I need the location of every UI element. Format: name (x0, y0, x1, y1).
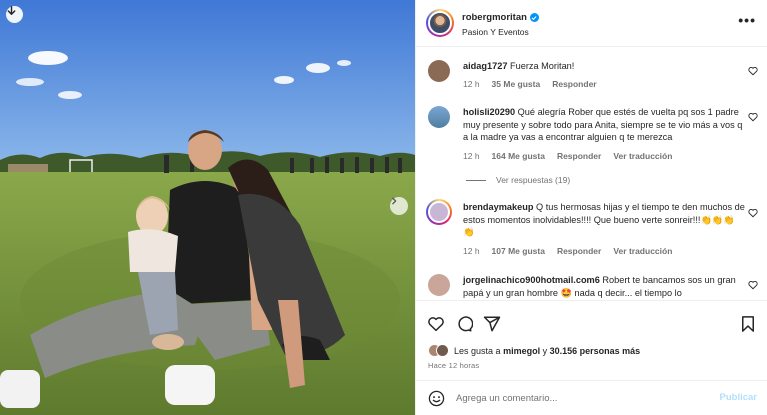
download-button[interactable] (6, 6, 23, 23)
comment-time[interactable]: 12 h (463, 151, 480, 161)
liker-avatar (436, 344, 449, 357)
comment-meta: 12 h 164 Me gusta Responder Ver traducci… (463, 151, 672, 161)
view-replies-button[interactable]: Ver respuestas (19) (466, 175, 570, 185)
chevron-right-icon (392, 197, 397, 205)
replies-divider (466, 179, 486, 181)
download-arrow-icon (7, 6, 16, 15)
likes-count[interactable]: 30.156 personas más (550, 346, 641, 356)
comment-meta: 12 h 107 Me gusta Responder Ver traducci… (463, 246, 672, 256)
comment-username[interactable]: holisli20290 (463, 107, 515, 117)
comment-input[interactable] (456, 391, 686, 406)
reply-button[interactable]: Responder (557, 151, 601, 161)
commenter-avatar[interactable] (428, 274, 450, 296)
commenter-avatar[interactable] (428, 60, 450, 82)
view-replies-label[interactable]: Ver respuestas (19) (496, 175, 570, 185)
comment-likes[interactable]: 107 Me gusta (492, 246, 545, 256)
translate-button[interactable]: Ver traducción (613, 246, 672, 256)
author-username-row[interactable]: robergmoritan (462, 12, 539, 23)
comment-likes[interactable]: 35 Me gusta (492, 79, 541, 89)
comment-username[interactable]: jorgelinachico900hotmail.com6 (463, 275, 600, 285)
commenter-avatar[interactable] (428, 106, 450, 128)
comment-text: holisli20290 Qué alegría Rober que estés… (463, 106, 745, 144)
reply-button[interactable]: Responder (552, 79, 596, 89)
author-username[interactable]: robergmoritan (462, 12, 527, 23)
comment-icon[interactable] (455, 315, 473, 333)
comment-body: Fuerza Moritan! (510, 61, 575, 71)
author-avatar[interactable] (426, 9, 454, 37)
photo-illustration (0, 0, 415, 415)
commenter-avatar[interactable] (426, 199, 452, 225)
comment-time[interactable]: 12 h (463, 246, 480, 256)
verified-badge-icon (529, 13, 539, 22)
comment-username[interactable]: aidag1727 (463, 61, 507, 71)
share-icon[interactable] (483, 315, 501, 333)
heart-icon[interactable] (427, 315, 445, 333)
heart-icon[interactable] (748, 280, 758, 290)
likes-summary[interactable]: Les gusta a mimegol y 30.156 personas má… (428, 344, 640, 357)
author-subtitle[interactable]: Pasion Y Eventos (462, 27, 529, 37)
comments-list[interactable]: aidag1727 Fuerza Moritan! 12 h 35 Me gus… (416, 48, 767, 300)
add-comment-bar: Publicar (416, 380, 767, 415)
emoji-icon[interactable] (428, 390, 445, 407)
comment-text: jorgelinachico900hotmail.com6 Robert te … (463, 274, 745, 299)
likes-user[interactable]: mimegol (503, 346, 540, 356)
translate-button[interactable]: Ver traducción (613, 151, 672, 161)
heart-icon[interactable] (748, 112, 758, 122)
likes-text: Les gusta a mimegol y 30.156 personas má… (454, 346, 640, 356)
publish-button[interactable]: Publicar (720, 392, 758, 403)
post-panel: robergmoritan Pasion Y Eventos ••• aidag… (415, 0, 767, 415)
more-horizontal-icon[interactable]: ••• (738, 13, 756, 27)
likes-connector: y (542, 345, 548, 356)
heart-icon[interactable] (748, 66, 758, 76)
comment-text: aidag1727 Fuerza Moritan! (463, 60, 745, 73)
bookmark-icon[interactable] (739, 315, 757, 333)
comment-username[interactable]: brendaymakeup (463, 202, 533, 212)
comment-text: brendaymakeup Q tus hermosas hijas y el … (463, 201, 745, 239)
comment-meta: 12 h 35 Me gusta Responder (463, 79, 597, 89)
likes-prefix: Les gusta a (454, 345, 501, 356)
post-time-ago[interactable]: Hace 12 horas (428, 361, 479, 370)
comment-likes[interactable]: 164 Me gusta (492, 151, 545, 161)
post-actions: Les gusta a mimegol y 30.156 personas má… (416, 300, 767, 380)
post-photo[interactable] (0, 0, 415, 415)
reply-button[interactable]: Responder (557, 246, 601, 256)
post-header: robergmoritan Pasion Y Eventos ••• (416, 0, 767, 47)
heart-icon[interactable] (748, 208, 758, 218)
comment-time[interactable]: 12 h (463, 79, 480, 89)
next-image-button[interactable] (390, 197, 408, 215)
